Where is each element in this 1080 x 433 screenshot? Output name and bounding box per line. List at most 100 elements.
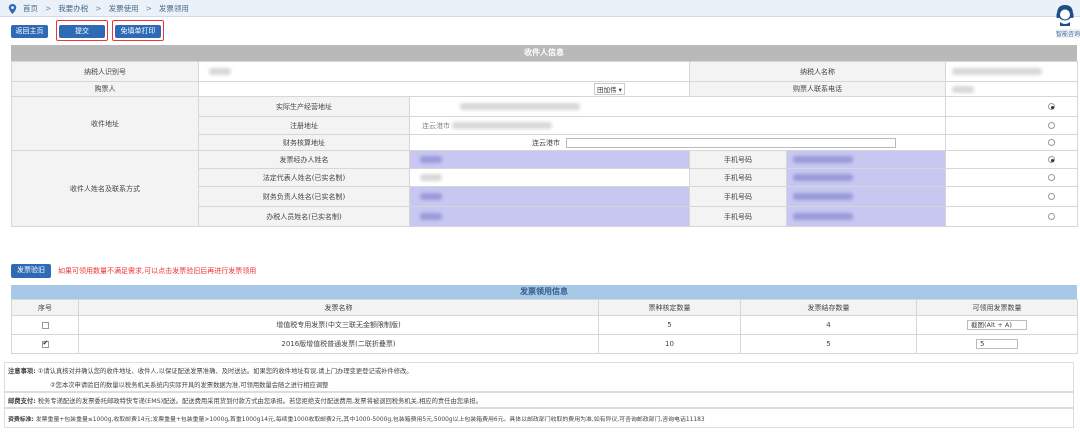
address-registered-radio[interactable] (1048, 122, 1055, 129)
location-pin-icon (8, 3, 17, 14)
buyer-phone-value (945, 81, 1078, 97)
contact-handler-phone (786, 150, 946, 169)
address-actual-value (409, 96, 946, 117)
contact-finance-phone (786, 186, 946, 207)
taxpayer-name-value (945, 61, 1078, 82)
taxpayer-id-value (198, 61, 690, 82)
address-group-label: 收件地址 (11, 96, 199, 151)
contact-group-label: 收件人姓名及联系方式 (11, 150, 199, 227)
invoice-available-cell: 截图(Alt + A) (916, 315, 1078, 335)
contact-taxstaff-name (409, 206, 690, 227)
invoice-stock: 5 (740, 334, 917, 354)
address-finance-radio[interactable] (1048, 139, 1055, 146)
contact-finance-radio[interactable] (1048, 193, 1055, 200)
breadcrumb-home[interactable]: 首页 (23, 3, 38, 14)
help-label: 智能咨询 (1056, 29, 1080, 38)
breadcrumb-separator: > (95, 4, 102, 13)
address-finance-text: 连云港市 (532, 138, 560, 147)
address-registered-label: 注册地址 (198, 116, 410, 135)
contact-handler-name (409, 150, 690, 169)
row-checkbox[interactable] (41, 339, 49, 348)
invoice-available-input[interactable]: 截图(Alt + A) (967, 320, 1027, 330)
contact-legal-name (409, 168, 690, 187)
row-checkbox[interactable] (41, 321, 49, 329)
breadcrumb-tax[interactable]: 我要办税 (58, 3, 88, 14)
contact-handler-label: 发票经办人姓名 (198, 150, 410, 169)
breadcrumb: 首页 > 我要办税 > 发票使用 > 发票领用 (8, 3, 189, 14)
invoice-available-input[interactable]: 5 (976, 339, 1018, 349)
back-home-button[interactable]: 返回主页 (11, 25, 48, 38)
col-header-index: 序号 (11, 299, 79, 316)
invoice-name: 2016版增值税普通发票(二联折叠票) (78, 334, 599, 354)
buyer-label: 购票人 (11, 81, 199, 97)
col-header-name: 发票名称 (78, 299, 599, 316)
address-finance-radio-cell (945, 134, 1078, 151)
invoice-name: 增值税专用发票(中文三联无金额限制版) (78, 315, 599, 335)
col-header-approved: 票种核定数量 (598, 299, 741, 316)
address-registered-value: 连云港市 (409, 116, 946, 135)
contact-taxstaff-phone-label: 手机号码 (689, 206, 787, 227)
help-widget[interactable]: 智能咨询 (1050, 0, 1080, 40)
contact-finance-radio-cell (945, 186, 1078, 207)
buyer-select[interactable]: 田加伟 ▾ (594, 83, 625, 95)
print-button[interactable]: 免填单打印 (115, 25, 161, 38)
invoice-approved: 10 (598, 334, 741, 354)
breadcrumb-current: 发票领用 (158, 4, 189, 13)
contact-taxstaff-label: 办税人员姓名(已实名制) (198, 206, 410, 227)
notes-line-2: ②您本次申请验旧的数量以税务机关系统内实际开具的发票数据为准,可领用数量会随之进… (50, 380, 328, 389)
table-row: 增值税专用发票(中文三联无金额限制版) 5 4 截图(Alt + A) (11, 315, 1078, 335)
notes-label-attention: 注意事项: (8, 368, 36, 375)
contact-taxstaff-radio-cell (945, 206, 1078, 227)
notes-text-1: ①请认真核对并确认您的收件地址、收件人,以保证配送发票准确、及时送达。如果您的收… (37, 368, 413, 375)
invoice-approved: 5 (598, 315, 741, 335)
address-actual-radio-cell (945, 96, 1078, 117)
recipient-table: 纳税人识别号 纳税人名称 购票人 田加伟 ▾ 购票人联系电话 收件地址 实际生产… (11, 61, 1078, 227)
invoice-section-header: 发票领用信息 (11, 285, 1077, 299)
notes-text-2: ②您本次申请验旧的数量以税务机关系统内实际开具的发票数据为准,可领用数量会随之进… (50, 382, 329, 389)
contact-legal-phone-label: 手机号码 (689, 168, 787, 187)
breadcrumb-invoice-use[interactable]: 发票使用 (109, 3, 139, 14)
address-finance-label: 财务核算地址 (198, 134, 410, 151)
contact-taxstaff-phone (786, 206, 946, 227)
buyer-phone-label: 购票人联系电话 (689, 81, 946, 97)
breadcrumb-separator: > (145, 4, 152, 13)
invoice-stock: 4 (740, 315, 917, 335)
verify-hint: 如果可领用数量不满足需求,可以点击发票验旧后再进行发票领用 (58, 267, 257, 275)
col-header-available: 可领用发票数量 (916, 299, 1078, 316)
row-checkbox-cell (11, 315, 79, 335)
address-finance-input[interactable] (566, 137, 896, 148)
breadcrumb-separator: > (45, 4, 52, 13)
contact-legal-phone (786, 168, 946, 187)
recipient-section-header: 收件人信息 (11, 45, 1077, 61)
submit-button[interactable]: 提交 (59, 25, 105, 38)
contact-legal-radio-cell (945, 168, 1078, 187)
notes-text-3: 税务专递配送的发票委托邮政特快专递(EMS)配送。配送费用采用货到付款方式由您承… (37, 398, 482, 405)
support-agent-icon (1056, 4, 1074, 26)
buyer-cell: 田加伟 ▾ (198, 81, 690, 97)
address-actual-label: 实际生产经营地址 (198, 96, 410, 117)
top-bar: 首页 > 我要办税 > 发票使用 > 发票领用 (0, 0, 1080, 17)
notes-line-3: 邮费支付: 税务专递配送的发票委托邮政特快专递(EMS)配送。配送费用采用货到付… (8, 396, 482, 405)
contact-legal-label: 法定代表人姓名(已实名制) (198, 168, 410, 187)
taxpayer-id-label: 纳税人识别号 (11, 61, 199, 82)
address-registered-radio-cell (945, 116, 1078, 135)
contact-handler-radio[interactable] (1048, 156, 1055, 163)
address-actual-radio[interactable] (1048, 103, 1055, 110)
notes-text-4: 发票重量+包装重量≤1000g,收取邮费14元;发票重量+包装重量>1000g,… (35, 417, 705, 423)
contact-finance-label: 财务负责人姓名(已实名制) (198, 186, 410, 207)
contact-legal-radio[interactable] (1048, 174, 1055, 181)
notes-line-4: 资费标准: 发票重量+包装重量≤1000g,收取邮费14元;发票重量+包装重量>… (8, 414, 705, 423)
notes-line-1: 注意事项: ①请认真核对并确认您的收件地址、收件人,以保证配送发票准确、及时送达… (8, 366, 413, 375)
contact-handler-radio-cell (945, 150, 1078, 169)
verify-old-invoice-button[interactable]: 发票验旧 (11, 264, 51, 278)
invoice-table: 序号 发票名称 票种核定数量 发票结存数量 可领用发票数量 增值税专用发票(中文… (11, 299, 1078, 354)
address-registered-text: 连云港市 (422, 121, 450, 130)
row-checkbox-cell (11, 334, 79, 354)
taxpayer-name-label: 纳税人名称 (689, 61, 946, 82)
invoice-available-cell: 5 (916, 334, 1078, 354)
contact-taxstaff-radio[interactable] (1048, 213, 1055, 220)
notes-label-fees: 资费标准: (8, 417, 34, 423)
address-finance-value: 连云港市 (409, 134, 946, 151)
table-row: 2016版增值税普通发票(二联折叠票) 10 5 5 (11, 334, 1078, 354)
contact-finance-name (409, 186, 690, 207)
